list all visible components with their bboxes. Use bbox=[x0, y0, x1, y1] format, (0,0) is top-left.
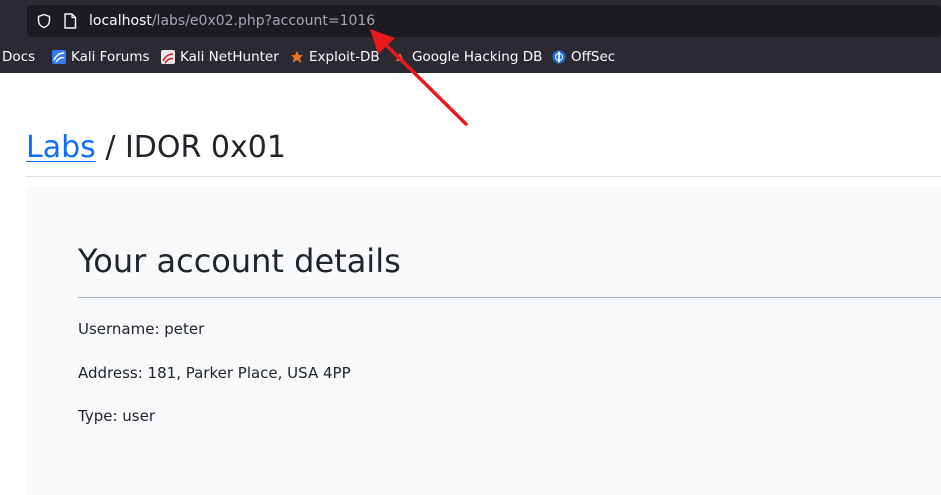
page-icon bbox=[64, 13, 77, 29]
browser-toolbar: localhost/labs/e0x02.php?account=1016 i … bbox=[0, 0, 941, 73]
breadcrumb-current: / IDOR 0x01 bbox=[95, 130, 286, 165]
card-title: Your account details bbox=[78, 242, 401, 280]
url-path: /labs/e0x02.php?account=1016 bbox=[151, 13, 376, 29]
bookmark-label: Exploit-DB bbox=[309, 49, 380, 65]
type-detail: Type: user bbox=[78, 407, 155, 425]
url-text[interactable]: localhost/labs/e0x02.php?account=1016 bbox=[89, 11, 375, 31]
username-detail: Username: peter bbox=[78, 320, 205, 338]
bookmark-google-hacking-db[interactable]: Google Hacking DB bbox=[393, 47, 542, 67]
offsec-icon bbox=[552, 50, 566, 64]
bookmark-kali-nethunter[interactable]: Kali NetHunter bbox=[161, 47, 279, 67]
bookmark-label: OffSec bbox=[571, 49, 616, 65]
kali-forums-icon bbox=[52, 50, 66, 64]
bookmark-exploit-db[interactable]: Exploit-DB bbox=[290, 47, 380, 67]
bookmark-label: Kali Forums bbox=[71, 49, 150, 65]
bookmark-label: Kali NetHunter bbox=[180, 49, 279, 65]
bookmark-offsec[interactable]: OffSec bbox=[552, 47, 615, 67]
url-host: localhost bbox=[89, 13, 152, 29]
bookmark-label: i Docs bbox=[0, 49, 36, 65]
exploit-db-icon bbox=[291, 51, 303, 63]
heading-divider bbox=[26, 176, 941, 177]
address-detail: Address: 181, Parker Place, USA 4PP bbox=[78, 364, 351, 382]
page-title: Labs / IDOR 0x01 bbox=[26, 127, 286, 169]
ghdb-icon bbox=[396, 53, 404, 61]
kali-nethunter-icon bbox=[161, 50, 175, 64]
bookmark-kali-docs[interactable]: i Docs bbox=[0, 47, 35, 67]
account-details-card: Your account details Username: peter Add… bbox=[26, 186, 941, 495]
bookmark-label: Google Hacking DB bbox=[412, 49, 543, 65]
bookmark-kali-forums[interactable]: Kali Forums bbox=[52, 47, 150, 67]
address-bar[interactable]: localhost/labs/e0x02.php?account=1016 bbox=[27, 5, 941, 37]
card-divider bbox=[78, 297, 941, 298]
bookmarks-bar: i Docs Kali Forums Kali NetHunter Exploi… bbox=[0, 44, 941, 70]
breadcrumb-labs-link[interactable]: Labs bbox=[26, 130, 96, 165]
shield-icon[interactable] bbox=[36, 13, 52, 29]
